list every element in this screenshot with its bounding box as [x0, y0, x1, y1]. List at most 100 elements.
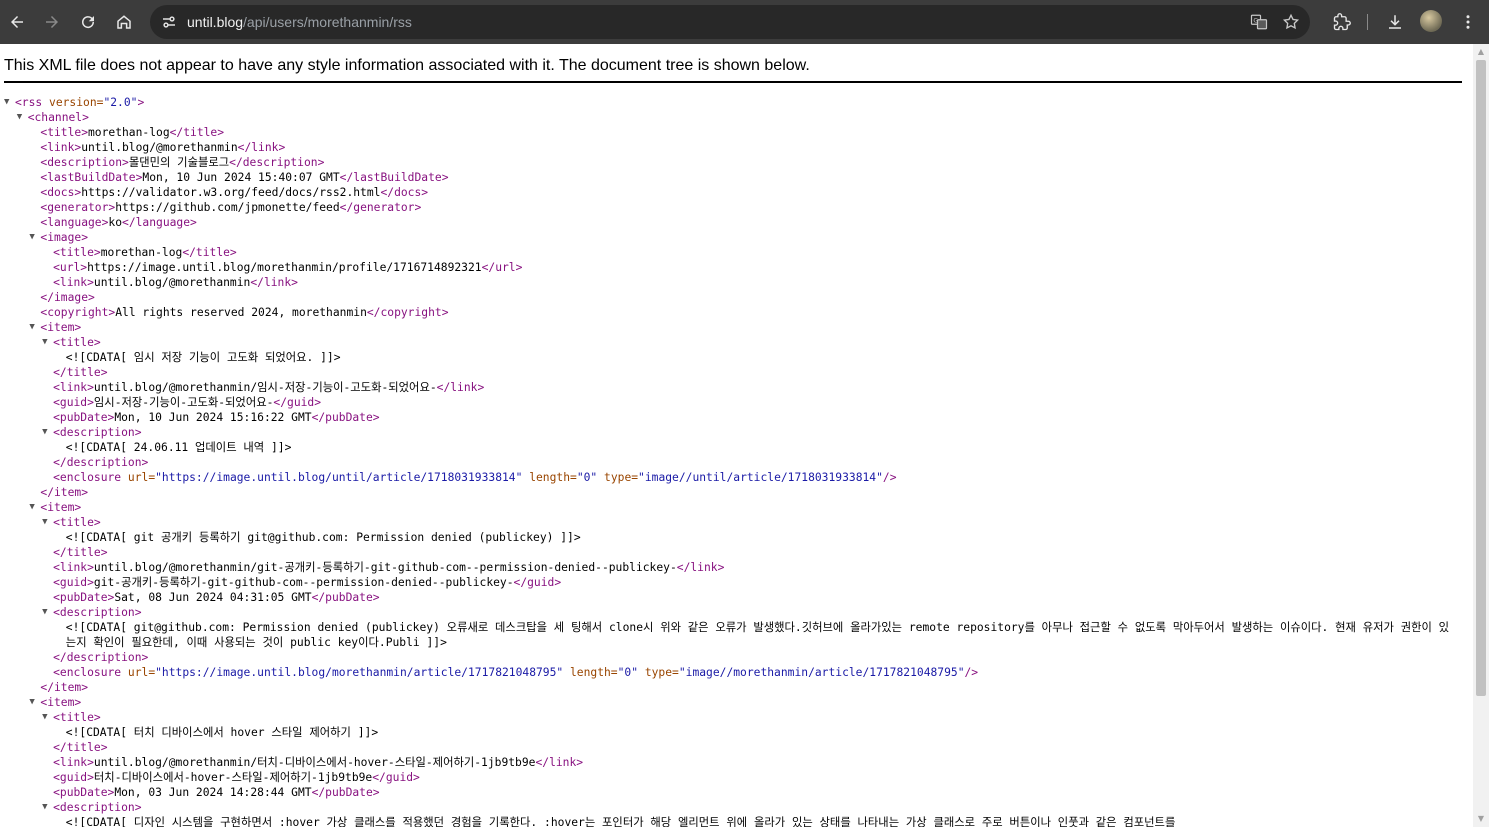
- xml-line: ▼ <description>: [0, 605, 1473, 620]
- arrow-right-icon: [46, 16, 58, 28]
- xml-tree: ▼ <rss version="2.0"> ▼ <channel> <title>mor…: [0, 95, 1473, 827]
- xml-line: <url>https://image.until.blog/morethanmi…: [0, 260, 1473, 275]
- xml-tag: <pubDate>: [53, 411, 115, 424]
- xml-tag: </title>: [169, 126, 225, 139]
- collapse-toggle-icon[interactable]: ▼: [42, 515, 52, 530]
- xml-tag: <title>: [40, 126, 88, 139]
- xml-tag: />: [882, 471, 897, 484]
- collapse-toggle-icon[interactable]: ▼: [17, 110, 27, 125]
- translate-button[interactable]: G: [1249, 12, 1269, 32]
- xml-line: </description>: [0, 650, 1473, 665]
- xml-tag: <guid>: [53, 576, 94, 589]
- collapse-toggle-icon[interactable]: ▼: [42, 605, 52, 620]
- collapse-toggle-icon[interactable]: ▼: [29, 500, 39, 515]
- xml-text: Mon, 10 Jun 2024 15:40:07 GMT: [142, 171, 340, 184]
- xml-tag: >: [137, 96, 145, 109]
- xml-line: <guid>터치-디바이스에서-hover-스타일-제어하기-1jb9tb9e<…: [0, 770, 1473, 785]
- xml-attribute: url=: [121, 666, 156, 679]
- address-bar[interactable]: until.blog/api/users/morethanmin/rss G: [150, 5, 1310, 39]
- xml-tag: </pubDate>: [311, 591, 380, 604]
- collapse-toggle-icon[interactable]: ▼: [42, 710, 52, 725]
- xml-line: ▼ <title>: [0, 515, 1473, 530]
- xml-tag: <description>: [53, 801, 142, 814]
- xml-tag: </title>: [53, 546, 108, 559]
- url-text[interactable]: until.blog/api/users/morethanmin/rss: [187, 5, 412, 39]
- xml-tag: <lastBuildDate>: [40, 171, 143, 184]
- xml-text: git-공개키-등록하기-git-github-com--permission-…: [93, 576, 514, 589]
- extensions-button[interactable]: [1327, 7, 1357, 37]
- forward-button[interactable]: [37, 7, 67, 37]
- downloads-button[interactable]: [1380, 7, 1410, 37]
- more-vertical-icon: [1466, 15, 1470, 29]
- xml-line: ▼ <description>: [0, 800, 1473, 815]
- xml-attribute: url=: [121, 471, 156, 484]
- xml-tag: </link>: [535, 756, 584, 769]
- xml-tag: </guid>: [273, 396, 322, 409]
- xml-tag: </image>: [40, 291, 95, 304]
- xml-line: <link>until.blog/@morethanmin/터치-디바이스에서-…: [0, 755, 1473, 770]
- xml-text: until.blog/@morethanmin/터치-디바이스에서-hover-…: [93, 756, 536, 769]
- xml-line: <description>몰댄민의 기술블로그</description>: [0, 155, 1473, 170]
- xml-tag: </item>: [40, 681, 88, 694]
- xml-line: ▼ <item>: [0, 695, 1473, 710]
- xml-text: Sat, 08 Jun 2024 04:31:05 GMT: [114, 591, 312, 604]
- xml-tag: <description>: [53, 606, 142, 619]
- arrow-left-icon: [11, 16, 23, 28]
- collapse-toggle-icon[interactable]: ▼: [29, 230, 39, 245]
- reload-button[interactable]: [73, 7, 103, 37]
- xml-line: <guid>git-공개키-등록하기-git-github-com--permi…: [0, 575, 1473, 590]
- xml-attribute-value: "2.0": [103, 96, 138, 109]
- xml-tag: <guid>: [53, 396, 94, 409]
- svg-text:G: G: [1253, 17, 1258, 24]
- xml-tag: <link>: [53, 561, 94, 574]
- xml-line: <link>until.blog/@morethanmin</link>: [0, 275, 1473, 290]
- collapse-toggle-icon[interactable]: ▼: [29, 320, 39, 335]
- browser-menu-button[interactable]: [1453, 7, 1483, 37]
- xml-viewer: This XML file does not appear to have an…: [0, 44, 1473, 827]
- back-button[interactable]: [2, 7, 32, 37]
- browser-toolbar: until.blog/api/users/morethanmin/rss G: [0, 0, 1489, 44]
- xml-line: <language>ko</language>: [0, 215, 1473, 230]
- xml-line: </title>: [0, 365, 1473, 380]
- collapse-toggle-icon[interactable]: ▼: [29, 695, 39, 710]
- xml-attribute-value: "https://image.until.blog/morethanmin/ar…: [155, 666, 564, 679]
- xml-tag: </title>: [53, 741, 108, 754]
- scroll-down-icon[interactable]: ▼: [1476, 814, 1486, 824]
- site-settings-icon[interactable]: [160, 13, 178, 31]
- xml-text: Mon, 10 Jun 2024 15:16:22 GMT: [114, 411, 312, 424]
- xml-tag: <title>: [53, 516, 101, 529]
- collapse-toggle-icon[interactable]: ▼: [42, 425, 52, 440]
- bookmark-button[interactable]: [1281, 12, 1301, 32]
- xml-line: </description>: [0, 455, 1473, 470]
- xml-line: <title>morethan-log</title>: [0, 125, 1473, 140]
- vertical-scrollbar[interactable]: ▲ ▼: [1473, 44, 1489, 827]
- xml-tag: <link>: [53, 381, 94, 394]
- xml-tag: />: [964, 666, 979, 679]
- xml-tag: <description>: [40, 156, 129, 169]
- xml-line: ▼ <description>: [0, 425, 1473, 440]
- xml-line: ▼ <title>: [0, 710, 1473, 725]
- scrollbar-thumb[interactable]: [1476, 60, 1486, 696]
- xml-tag: </title>: [53, 366, 108, 379]
- xml-tag: </link>: [250, 276, 298, 289]
- xml-line: ▼ <image>: [0, 230, 1473, 245]
- xml-text: 터치-디바이스에서-hover-스타일-제어하기-1jb9tb9e: [93, 771, 373, 784]
- xml-line: <enclosure url="https://image.until.blog…: [0, 665, 1473, 680]
- xml-tag: </copyright>: [366, 306, 449, 319]
- collapse-toggle-icon[interactable]: ▼: [42, 800, 52, 815]
- xml-text: https://image.until.blog/morethanmin/pro…: [87, 261, 482, 274]
- xml-line: </title>: [0, 545, 1473, 560]
- star-icon: [1282, 13, 1300, 30]
- collapse-toggle-icon[interactable]: ▼: [4, 95, 14, 110]
- scroll-up-icon[interactable]: ▲: [1476, 47, 1486, 57]
- profile-avatar[interactable]: [1420, 10, 1442, 32]
- xml-line: <![CDATA[ 24.06.11 업데이트 내역 ]]>: [0, 440, 1473, 455]
- xml-text: 임시-저장-기능이-고도화-되었어요-: [93, 396, 274, 409]
- xml-attribute-value: "image//until/article/1718031933814": [638, 471, 883, 484]
- toolbar-divider: [1367, 14, 1368, 30]
- url-path: /api/users/morethanmin/rss: [243, 14, 412, 30]
- collapse-toggle-icon[interactable]: ▼: [42, 335, 52, 350]
- xml-text: ko: [108, 216, 123, 229]
- xml-tag: </pubDate>: [311, 786, 380, 799]
- home-button[interactable]: [109, 7, 139, 37]
